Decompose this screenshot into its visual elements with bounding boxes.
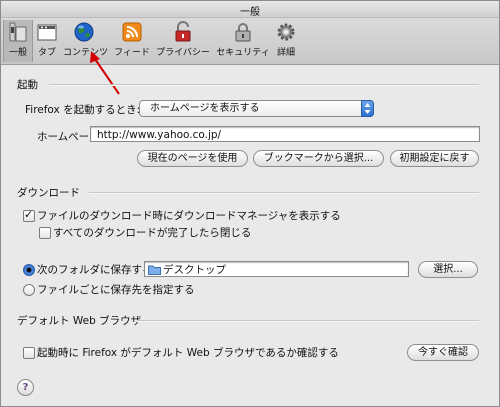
tab-general-label: 一般	[8, 48, 27, 58]
preferences-window: 一般 一般 タブ コンテンツ フィード プライバシー セキュリティ 詳細 起動 …	[0, 0, 500, 407]
tab-tabs[interactable]: タブ	[34, 20, 60, 62]
save-to-folder-radio[interactable]	[23, 264, 35, 276]
general-switch-icon	[7, 21, 29, 43]
globe-icon	[73, 21, 95, 43]
tab-general[interactable]: 一般	[3, 20, 33, 62]
choose-folder-button[interactable]: 選択...	[418, 261, 478, 278]
check-default-browser-checkbox[interactable]	[23, 347, 35, 359]
close-when-done-checkbox[interactable]	[39, 227, 51, 239]
tab-feeds[interactable]: フィード	[112, 20, 152, 62]
advanced-gear-icon	[275, 21, 297, 43]
startup-when-label: Firefox を起動するとき:	[25, 104, 141, 116]
show-download-manager-label: ファイルのダウンロード時にダウンロードマネージャを表示する	[37, 210, 341, 222]
tab-privacy-label: プライバシー	[156, 48, 210, 58]
ask-save-location-label: ファイルごとに保存先を指定する	[37, 284, 195, 296]
downloads-separator	[89, 192, 479, 194]
tab-feeds-label: フィード	[114, 48, 150, 58]
use-bookmark-button[interactable]: ブックマークから選択...	[253, 150, 384, 167]
check-default-browser-label: 起動時に Firefox がデフォルト Web ブラウザであるか確認する	[37, 347, 339, 359]
tab-advanced-label: 詳細	[276, 48, 295, 58]
folder-icon	[148, 264, 161, 280]
preferences-toolbar: 一般 タブ コンテンツ フィード プライバシー セキュリティ 詳細	[1, 18, 499, 65]
default-browser-section-title: デフォルト Web ブラウザ	[17, 315, 142, 327]
startup-when-select[interactable]: ホームページを表示する	[139, 100, 374, 117]
default-browser-separator	[137, 320, 479, 322]
tab-content[interactable]: コンテンツ	[63, 20, 109, 62]
close-when-done-label: すべてのダウンロードが完了したら閉じる	[53, 227, 252, 239]
window-title: 一般	[240, 7, 260, 18]
tabs-icon	[36, 21, 58, 43]
downloads-section-title: ダウンロード	[17, 187, 80, 199]
select-stepper-icon	[361, 100, 374, 117]
startup-section-title: 起動	[17, 79, 38, 91]
use-current-page-button[interactable]: 現在のページを使用	[137, 150, 248, 167]
tab-security-label: セキュリティ	[216, 48, 270, 58]
tab-advanced[interactable]: 詳細	[273, 20, 299, 62]
rss-feed-icon	[121, 21, 143, 43]
restore-default-button[interactable]: 初期設定に戻す	[390, 150, 479, 167]
save-to-folder-label: 次のフォルダに保存する	[37, 264, 153, 276]
homepage-input[interactable]: http://www.yahoo.co.jp/	[90, 126, 480, 142]
help-button[interactable]: ?	[17, 379, 34, 396]
tab-security[interactable]: セキュリティ	[215, 20, 271, 62]
startup-separator	[49, 84, 479, 86]
tab-tabs-label: タブ	[37, 48, 56, 58]
startup-when-value: ホームページを表示する	[150, 103, 260, 114]
check-now-button[interactable]: 今すぐ確認	[407, 344, 479, 361]
security-lock-icon	[232, 21, 254, 43]
tab-privacy[interactable]: プライバシー	[156, 20, 210, 62]
privacy-lock-icon	[172, 21, 194, 43]
ask-save-location-radio[interactable]	[23, 284, 35, 296]
download-folder-value: デスクトップ	[163, 264, 226, 276]
show-download-manager-checkbox[interactable]	[23, 208, 35, 222]
download-folder-field[interactable]: デスクトップ	[144, 261, 409, 277]
title-bar: 一般	[1, 1, 499, 18]
tab-content-label: コンテンツ	[63, 48, 109, 58]
